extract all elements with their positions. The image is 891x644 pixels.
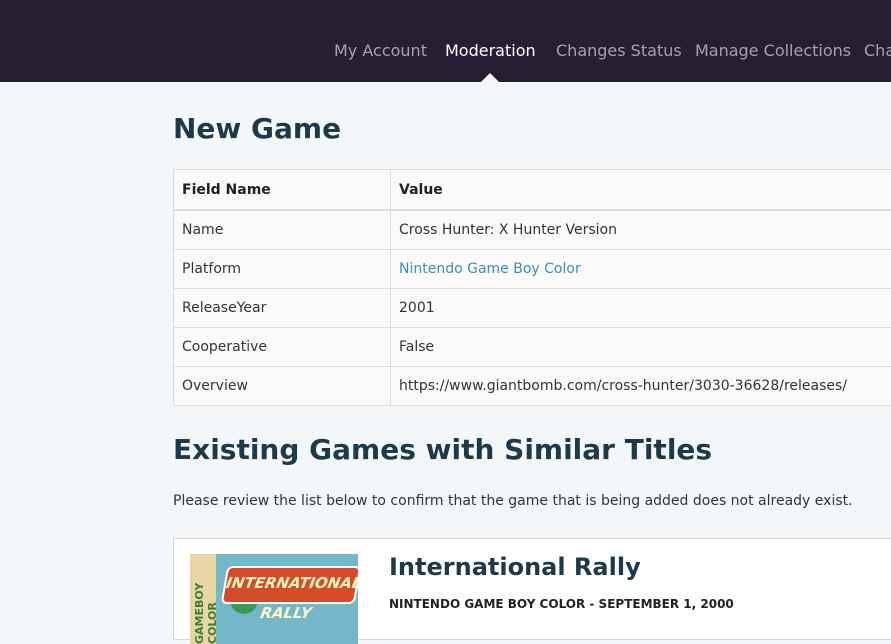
nav-changes-status[interactable]: Changes Status xyxy=(556,41,682,60)
similar-game-card: GAMEBOY COLOR INTERNATIONAL RALLY Intern… xyxy=(173,538,891,640)
platform-link[interactable]: Nintendo Game Boy Color xyxy=(399,261,581,277)
table-row: Overview https://www.giantbomb.com/cross… xyxy=(174,367,891,406)
field-name-cell: Name xyxy=(174,210,391,250)
field-value-cell: 2001 xyxy=(391,289,891,328)
field-name-cell: Cooperative xyxy=(174,328,391,367)
field-value-cell: False xyxy=(391,328,891,367)
active-nav-caret xyxy=(481,73,499,82)
field-value-cell: https://www.giantbomb.com/cross-hunter/3… xyxy=(391,367,891,406)
page-title: New Game xyxy=(173,112,341,145)
nav-item-truncated[interactable]: Cha xyxy=(864,41,891,60)
table-row: Name Cross Hunter: X Hunter Version xyxy=(174,210,891,250)
new-game-fields-table: Field Name Value Name Cross Hunter: X Hu… xyxy=(173,169,891,406)
game-cover-image[interactable]: GAMEBOY COLOR INTERNATIONAL RALLY xyxy=(190,554,358,644)
nav-manage-collections[interactable]: Manage Collections xyxy=(695,41,851,60)
similar-games-note: Please review the list below to confirm … xyxy=(173,493,853,509)
field-value-cell: Cross Hunter: X Hunter Version xyxy=(391,210,891,250)
column-header-field-name: Field Name xyxy=(174,170,391,211)
similar-games-heading: Existing Games with Similar Titles xyxy=(173,433,712,466)
column-header-value: Value xyxy=(391,170,891,211)
cover-logo: INTERNATIONAL RALLY xyxy=(221,566,358,604)
cover-strip-text: GAMEBOY COLOR xyxy=(193,558,219,644)
field-name-cell: Overview xyxy=(174,367,391,406)
table-row: ReleaseYear 2001 xyxy=(174,289,891,328)
nav-my-account[interactable]: My Account xyxy=(334,41,427,60)
table-header-row: Field Name Value xyxy=(174,170,891,211)
field-name-cell: Platform xyxy=(174,250,391,289)
cover-strip: GAMEBOY COLOR xyxy=(190,554,216,644)
field-name-cell: ReleaseYear xyxy=(174,289,391,328)
cover-logo-text: INTERNATIONAL RALLY xyxy=(218,568,358,628)
top-navigation-bar: My Account Moderation Changes Status Man… xyxy=(0,0,891,82)
table-row: Cooperative False xyxy=(174,328,891,367)
nav-moderation[interactable]: Moderation xyxy=(445,41,536,60)
table-row: Platform Nintendo Game Boy Color xyxy=(174,250,891,289)
field-value-cell: Nintendo Game Boy Color xyxy=(391,250,891,289)
game-title-link[interactable]: International Rally xyxy=(389,553,641,581)
game-platform-date: NINTENDO GAME BOY COLOR - SEPTEMBER 1, 2… xyxy=(389,597,734,611)
